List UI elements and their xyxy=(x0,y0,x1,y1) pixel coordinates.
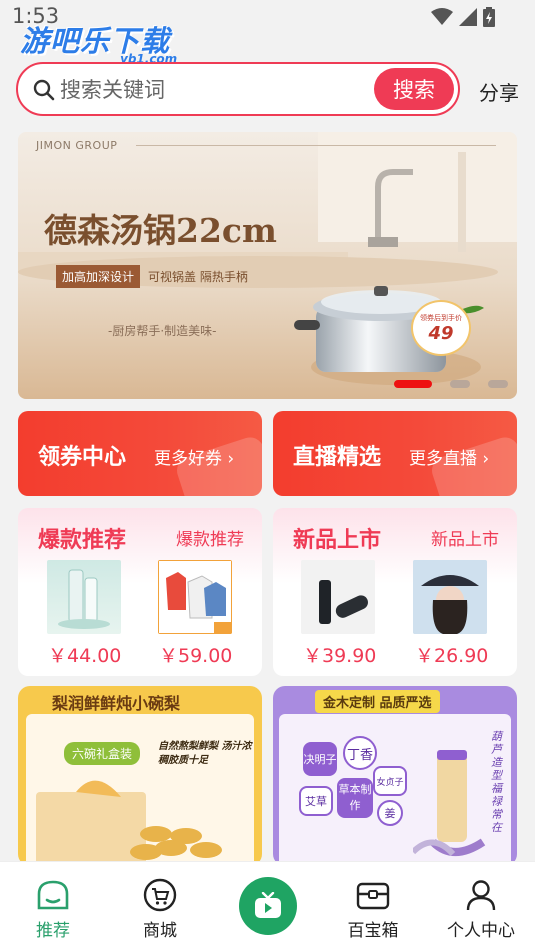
tab-mall[interactable]: 商城 xyxy=(115,878,205,941)
pear-soup-card[interactable]: 梨润鲜鲜炖小碗梨 六碗礼盒装 自然熬梨鲜梨 汤汁浓稠胶质十足 xyxy=(18,686,262,866)
wifi-icon xyxy=(431,8,453,25)
banner-brand-divider xyxy=(136,145,496,146)
tab-profile[interactable]: 个人中心 xyxy=(436,878,526,941)
product-price: ￥26.90 xyxy=(415,645,489,667)
status-icons xyxy=(431,7,495,27)
hot-picks-more[interactable]: 爆款推荐 xyxy=(176,525,244,550)
hot-picks-section[interactable]: 爆款推荐 爆款推荐 ￥44.00 ￥59.00 xyxy=(18,508,262,676)
search-input[interactable] xyxy=(60,72,380,108)
product-price: ￥39.90 xyxy=(303,645,377,667)
tv-icon xyxy=(255,892,281,918)
tab-label: 个人中心 xyxy=(447,921,515,941)
tab-treasure-box[interactable]: 百宝箱 xyxy=(328,878,418,941)
tab-label: 商城 xyxy=(143,921,177,941)
new-arrivals-section[interactable]: 新品上市 新品上市 ￥39.90 ￥26.90 xyxy=(273,508,517,676)
product-thumbnail[interactable] xyxy=(47,560,121,634)
live-picks-title: 直播精选 xyxy=(293,445,382,470)
watermark-logo: 游吧乐下载 yb1.com xyxy=(20,18,177,66)
live-picks-card[interactable]: 直播精选 更多直播 › xyxy=(273,411,517,496)
new-arrivals-title: 新品上市 xyxy=(293,528,382,553)
search-icon xyxy=(33,79,55,101)
herb-tag: 决明子 xyxy=(303,742,337,776)
product-image-pear-bowls xyxy=(36,780,222,866)
more-coupons-label: 更多好券 xyxy=(154,449,222,469)
pear-card-title: 梨润鲜鲜炖小碗梨 xyxy=(52,694,181,713)
share-button[interactable]: 分享 xyxy=(479,77,519,106)
herb-tag: 姜 xyxy=(377,800,403,826)
herbal-side-text: 葫芦造型 福禄常在 xyxy=(491,730,502,834)
product-image-shirts xyxy=(158,560,232,634)
product-thumbnail[interactable] xyxy=(301,560,375,634)
product-image-cosmetics xyxy=(58,569,110,629)
tab-live-tv[interactable] xyxy=(239,877,297,935)
person-icon xyxy=(466,880,496,911)
herb-tag: 女贞子 xyxy=(373,766,407,796)
banner-dot-3[interactable] xyxy=(488,380,508,388)
banner-title: 德森汤锅22cm xyxy=(44,211,277,250)
more-coupons-link[interactable]: 更多好券 › xyxy=(154,444,234,469)
treasure-box-icon xyxy=(356,882,390,910)
herb-tag: 丁香 xyxy=(343,736,377,770)
battery-icon xyxy=(483,7,495,27)
hot-picks-title: 爆款推荐 xyxy=(38,528,127,553)
search-bar[interactable]: 搜索 xyxy=(16,62,460,116)
signal-icon xyxy=(459,8,477,26)
coupon-center-title: 领券中心 xyxy=(38,445,127,470)
tab-recommend[interactable]: 推荐 xyxy=(8,878,98,941)
bottom-tab-bar: 推荐 商城 百宝箱 个人中心 xyxy=(0,861,535,951)
banner-dot-2[interactable] xyxy=(450,380,470,388)
more-live-link[interactable]: 更多直播 › xyxy=(409,444,489,469)
product-thumbnail[interactable] xyxy=(413,560,487,634)
search-button[interactable]: 搜索 xyxy=(374,68,454,110)
coupon-center-card[interactable]: 领券中心 更多好券 › xyxy=(18,411,262,496)
product-image-umbrella xyxy=(301,560,375,634)
banner-price-badge: 领券后到手价 49 xyxy=(411,300,471,356)
chevron-right-icon: › xyxy=(482,449,490,469)
cart-icon xyxy=(143,878,177,912)
banner-tag-secondary: 可视锅盖 隔热手柄 xyxy=(148,270,248,284)
banner-badge-price: 49 xyxy=(428,322,454,344)
promo-banner[interactable]: JIMON GROUP 德森汤锅22cm 加高加深设计 可视锅盖 隔热手柄 -厨… xyxy=(18,132,517,399)
herb-tag: 草本制作 xyxy=(337,778,373,818)
new-arrivals-more[interactable]: 新品上市 xyxy=(431,525,499,550)
banner-dot-1[interactable] xyxy=(394,380,432,388)
herb-tag: 艾草 xyxy=(299,786,333,816)
banner-brand: JIMON GROUP xyxy=(36,139,118,152)
herbal-card[interactable]: 金木定制 品质严选 决明子 丁香 女贞子 艾草 草本制作 姜 葫芦造型 福禄常在 xyxy=(273,686,517,866)
banner-badge-label: 领券后到手价 xyxy=(420,313,462,322)
banner-pagination[interactable] xyxy=(394,380,508,388)
tab-label: 百宝箱 xyxy=(347,921,399,941)
product-thumbnail[interactable] xyxy=(158,560,232,634)
banner-tags: 加高加深设计 可视锅盖 隔热手柄 xyxy=(56,265,250,288)
tab-label: 推荐 xyxy=(36,921,70,941)
chevron-right-icon: › xyxy=(227,449,235,469)
product-image-gourd xyxy=(413,750,486,857)
product-price: ￥44.00 xyxy=(48,645,122,667)
product-image-sunhat xyxy=(413,560,487,634)
home-icon xyxy=(37,880,69,910)
banner-slogan: -厨房帮手·制造美味- xyxy=(108,324,217,338)
more-live-label: 更多直播 xyxy=(409,449,477,469)
product-price: ￥59.00 xyxy=(159,645,233,667)
herbal-card-title: 金木定制 品质严选 xyxy=(315,690,440,713)
banner-tag-primary: 加高加深设计 xyxy=(56,265,141,288)
